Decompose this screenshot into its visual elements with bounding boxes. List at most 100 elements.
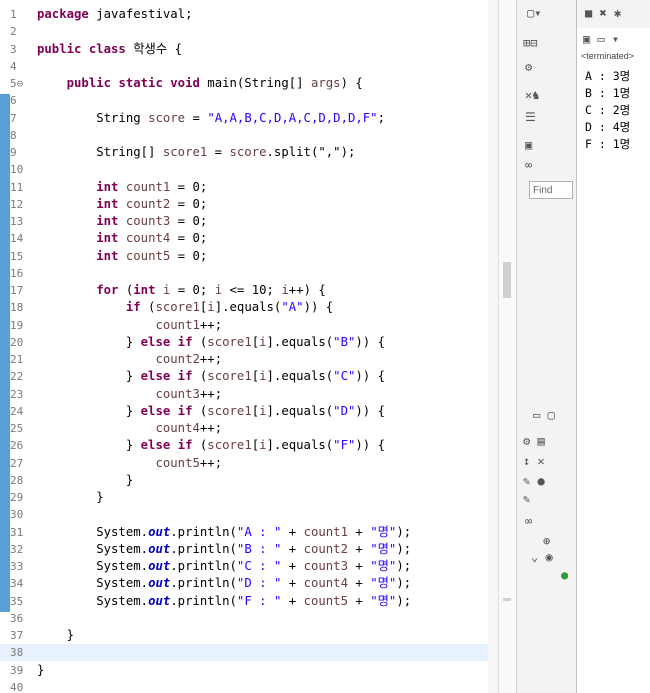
outline-icon[interactable]: ⚙ ▤ [523, 434, 545, 448]
line-number: 34 [10, 577, 24, 591]
code-text: System.out.println("F : " + count5 + "명"… [37, 593, 411, 610]
code-line[interactable]: 24 } else if (score1[i].equals("D")) { [0, 403, 498, 420]
code-line[interactable]: 37 } [0, 627, 498, 644]
hierarchy-icon[interactable]: ⊞⊟ [523, 36, 537, 50]
code-line[interactable]: 39} [0, 662, 498, 679]
code-line[interactable]: 26 } else if (score1[i].equals("F")) { [0, 437, 498, 454]
code-line[interactable]: 30 [0, 506, 498, 523]
editor-scrollbar[interactable] [488, 0, 498, 693]
code-token: System. [37, 559, 149, 573]
code-line[interactable]: 25 count4++; [0, 420, 498, 437]
code-line[interactable]: 1 package javafestival; [0, 6, 498, 23]
minimize-icon[interactable]: ▭ ▢ [533, 408, 555, 422]
overflow-icon-2[interactable]: ∞ [525, 514, 532, 528]
code-line[interactable]: 38 [0, 644, 498, 662]
code-token: ++; [199, 386, 223, 401]
code-editor[interactable]: 1 package javafestival; 2 3 public class 학생수… [0, 0, 498, 693]
code-line[interactable]: 12 int count2 = 0; [0, 196, 498, 213]
line-number: 27 [10, 456, 24, 470]
code-line[interactable]: 33 System.out.println("C : " + count3 + … [0, 558, 498, 575]
code-line[interactable]: 10 [0, 161, 498, 178]
code-line[interactable]: 15 int count5 = 0; [0, 248, 498, 265]
code-line[interactable]: 8 [0, 127, 498, 144]
code-line[interactable]: 40 [0, 679, 498, 693]
filter-icon[interactable]: ✎ ● [523, 474, 545, 488]
code-token: } [37, 490, 104, 504]
overview-mark[interactable] [503, 262, 511, 298]
list-icon[interactable]: ☰ [525, 110, 536, 124]
code-line[interactable]: 22 } else if (score1[i].equals("C")) { [0, 368, 498, 385]
code-line[interactable]: 19 count1++; [0, 317, 498, 334]
code-text: public class 학생수 { [37, 41, 182, 58]
code-line[interactable]: 34 System.out.println("D : " + count4 + … [0, 575, 498, 592]
code-line[interactable]: 9 String[] score1 = score.split(","); [0, 144, 498, 161]
overview-mark[interactable] [503, 598, 511, 601]
link-icon[interactable]: ✎ [523, 492, 530, 506]
code-line[interactable]: 6 [0, 92, 498, 109]
overflow-icon[interactable]: ∞ [525, 158, 532, 172]
code-line[interactable]: 4 [0, 58, 498, 75]
code-line[interactable]: 18 if (score1[i].equals("A")) { [0, 299, 498, 316]
code-token: i [207, 300, 215, 315]
line-number: 11 [10, 180, 24, 194]
code-line[interactable]: 31 System.out.println("A : " + count1 + … [0, 524, 498, 541]
tools-icon[interactable]: ✕♞ [525, 88, 539, 102]
overview-ruler[interactable] [498, 0, 517, 693]
code-text: String[] score1 = score.split(","); [37, 144, 355, 161]
code-text: int count5 = 0; [37, 248, 207, 265]
expand-icon[interactable]: ⌄ ◉ [531, 550, 553, 564]
code-line[interactable]: 3 public class 학생수 { [0, 41, 498, 58]
code-token: out [148, 593, 171, 608]
code-token: } [37, 369, 141, 384]
code-line[interactable]: 13 int count3 = 0; [0, 213, 498, 230]
code-line[interactable]: 36 [0, 610, 498, 627]
code-token: ( [192, 334, 208, 349]
code-token: "명" [370, 541, 397, 556]
code-token: "B : " [236, 541, 282, 556]
code-line[interactable]: 14 int count4 = 0; [0, 230, 498, 247]
code-token: out [148, 559, 171, 573]
code-text: int count1 = 0; [37, 179, 207, 196]
package-icon[interactable]: ▣ [525, 138, 532, 152]
line-number: 32 [10, 542, 24, 556]
console-output-line: C : 2명 [585, 103, 631, 117]
find-input[interactable]: Find [529, 181, 573, 199]
code-line[interactable]: 5⊖ public static void main(String[] args… [0, 75, 498, 92]
console-display-icon[interactable]: ▣ ▭ ▾ [583, 32, 619, 46]
code-token: "명" [370, 576, 397, 591]
code-line[interactable]: 32 System.out.println("B : " + count2 + … [0, 541, 498, 558]
code-token: ) { [340, 76, 363, 90]
code-line[interactable]: 29 } [0, 489, 498, 506]
console-menu-icon[interactable]: ■ ✖ ✱ [585, 6, 621, 20]
code-token: )) { [355, 403, 386, 418]
new-file-icon[interactable]: ▢▾ [527, 6, 541, 20]
code-text: } else if (score1[i].equals("B")) { [37, 334, 385, 351]
code-line[interactable]: 23 count3++; [0, 386, 498, 403]
code-line[interactable]: 21 count2++; [0, 351, 498, 368]
sort-icon[interactable]: ↕ ✕ [523, 454, 545, 468]
class-icon[interactable]: ⊕ [543, 534, 550, 548]
code-line[interactable]: 11 int count1 = 0; [0, 179, 498, 196]
code-line[interactable]: 2 [0, 23, 498, 40]
code-line[interactable]: 20 } else if (score1[i].equals("B")) { [0, 334, 498, 351]
line-number: 6 [10, 94, 17, 108]
code-line[interactable]: 7 String score = "A,A,B,C,D,A,C,D,D,D,F"… [0, 110, 498, 127]
code-line[interactable]: 16 [0, 265, 498, 282]
code-text: count1++; [37, 317, 222, 334]
code-line[interactable]: 17 for (int i = 0; i <= 10; i++) { [0, 282, 498, 299]
code-token: "F" [333, 438, 356, 453]
code-token: .println( [170, 593, 237, 608]
code-line[interactable]: 27 count5++; [0, 455, 498, 472]
code-line[interactable]: 35 System.out.println("F : " + count5 + … [0, 593, 498, 610]
code-token: = 0; [170, 248, 208, 263]
method-icon[interactable]: ● [561, 568, 568, 582]
code-token: "명" [370, 559, 397, 573]
code-token: ].equals( [266, 334, 334, 349]
code-line[interactable]: 28 } [0, 472, 498, 489]
settings-icon[interactable]: ⚙ [525, 60, 532, 74]
code-token: args [310, 76, 341, 90]
